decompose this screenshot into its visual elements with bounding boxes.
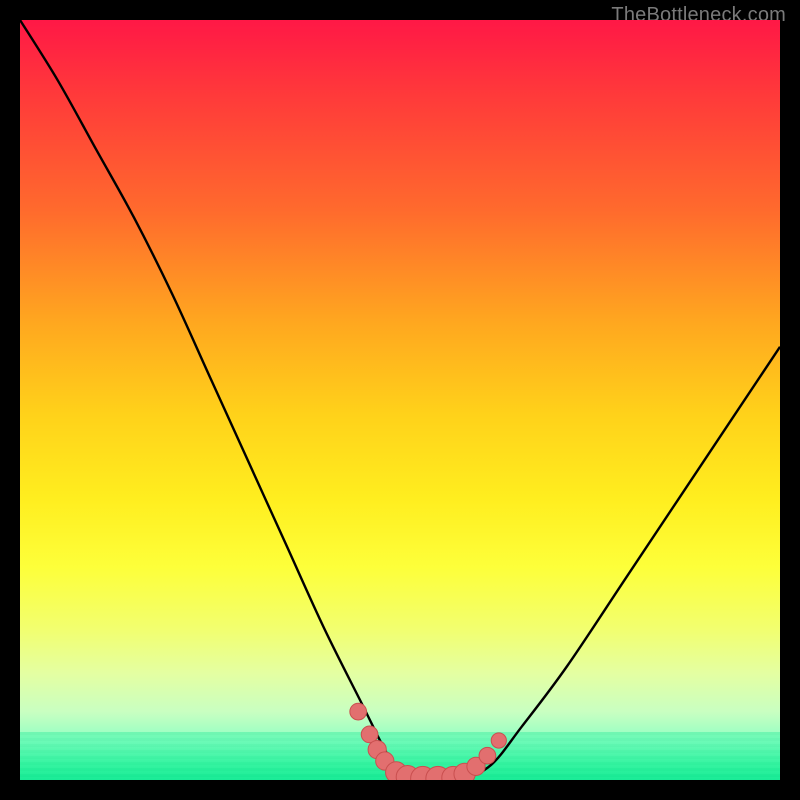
baseline-stripes xyxy=(20,732,780,780)
curve-marker xyxy=(467,757,485,775)
curve-marker xyxy=(376,752,394,770)
curve-marker xyxy=(426,766,450,780)
curve-marker xyxy=(479,747,496,764)
curve-marker xyxy=(396,766,419,780)
chart-svg xyxy=(20,20,780,780)
plot-area xyxy=(20,20,780,780)
chart-stage: TheBottleneck.com xyxy=(0,0,800,800)
curve-marker xyxy=(411,766,435,780)
curve-marker xyxy=(368,740,386,758)
bottleneck-curve xyxy=(20,20,780,780)
marker-layer xyxy=(350,703,507,780)
curve-marker xyxy=(350,703,367,720)
curve-marker xyxy=(454,763,475,780)
curve-marker xyxy=(361,726,378,743)
curve-marker xyxy=(491,733,506,748)
curve-marker xyxy=(442,766,465,780)
curve-marker xyxy=(386,762,407,780)
